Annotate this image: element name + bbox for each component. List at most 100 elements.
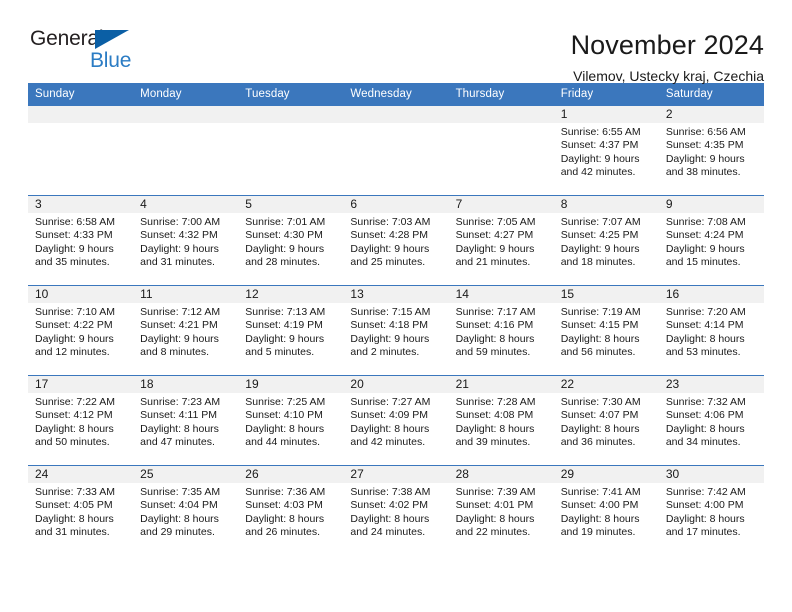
calendar-day-cell[interactable]: 2 Sunrise: 6:56 AM Sunset: 4:35 PM Daylight… (658, 105, 764, 196)
day-details: Sunrise: 7:03 AM Sunset: 4:28 PM Daylight:… (343, 213, 448, 270)
calendar-day-cell[interactable]: 7 Sunrise: 7:05 AM Sunset: 4:27 PM Daylight… (448, 195, 554, 286)
day-details: Sunrise: 7:36 AM Sunset: 4:03 PM Daylight:… (238, 483, 343, 540)
daylight-duration-line-1: Daylight: 9 hours (140, 332, 219, 345)
calendar-day-cell-empty (448, 105, 554, 196)
day-number: 7 (448, 196, 554, 213)
day-details: Sunrise: 7:07 AM Sunset: 4:25 PM Daylight:… (554, 213, 659, 270)
sunrise-time: Sunrise: 7:19 AM (560, 306, 641, 318)
calendar-day-cell[interactable]: 9 Sunrise: 7:08 AM Sunset: 4:24 PM Daylight… (658, 195, 764, 286)
daylight-duration-line-2: and 12 minutes. (35, 346, 110, 359)
day-details: Sunrise: 7:35 AM Sunset: 4:04 PM Daylight:… (133, 483, 238, 540)
daylight-duration-line-2: and 29 minutes. (140, 526, 215, 539)
sunset-time: Sunset: 4:02 PM (350, 499, 429, 512)
calendar-day-cell[interactable]: 26 Sunrise: 7:36 AM Sunset: 4:03 PM Dayligh… (238, 465, 344, 555)
day-number: 28 (448, 466, 554, 483)
calendar-day-cell[interactable]: 10 Sunrise: 7:10 AM Sunset: 4:22 PM Dayligh… (28, 285, 134, 376)
day-number: 27 (343, 466, 449, 483)
daylight-duration-line-1: Daylight: 9 hours (35, 332, 114, 345)
calendar-day-cell[interactable]: 19 Sunrise: 7:25 AM Sunset: 4:10 PM Dayligh… (238, 375, 344, 466)
logo-text-blue: Blue (90, 49, 132, 72)
daylight-duration-line-1: Daylight: 9 hours (350, 242, 430, 255)
daylight-duration-line-1: Daylight: 8 hours (560, 332, 640, 345)
sunrise-time: Sunrise: 7:17 AM (455, 306, 536, 318)
page-masthead: General Blue November 2024 Vilemov, Uste… (28, 0, 764, 84)
sunset-time: Sunset: 4:15 PM (560, 319, 639, 332)
sunset-time: Sunset: 4:12 PM (35, 409, 113, 422)
day-details: Sunrise: 7:15 AM Sunset: 4:18 PM Daylight:… (343, 303, 448, 360)
day-number (133, 106, 239, 123)
weekday-header-friday: Friday (553, 83, 659, 106)
day-details: Sunrise: 7:08 AM Sunset: 4:24 PM Daylight:… (659, 213, 764, 270)
calendar-day-cell[interactable]: 13 Sunrise: 7:15 AM Sunset: 4:18 PM Dayligh… (343, 285, 449, 376)
sunset-time: Sunset: 4:27 PM (455, 229, 534, 242)
calendar-day-cell[interactable]: 24 Sunrise: 7:33 AM Sunset: 4:05 PM Dayligh… (28, 465, 134, 555)
sunrise-time: Sunrise: 7:23 AM (140, 396, 221, 408)
daylight-duration-line-1: Daylight: 9 hours (35, 242, 114, 255)
daylight-duration-line-1: Daylight: 8 hours (350, 422, 430, 435)
day-details: Sunrise: 7:32 AM Sunset: 4:06 PM Daylight:… (659, 393, 764, 450)
sunset-time: Sunset: 4:09 PM (350, 409, 429, 422)
calendar-day-cell[interactable]: 1 Sunrise: 6:55 AM Sunset: 4:37 PM Daylight… (553, 105, 659, 196)
sunset-time: Sunset: 4:06 PM (665, 409, 744, 422)
daylight-duration-line-2: and 31 minutes. (140, 256, 215, 269)
calendar-day-cell[interactable]: 29 Sunrise: 7:41 AM Sunset: 4:00 PM Dayligh… (553, 465, 659, 555)
sunrise-time: Sunrise: 7:20 AM (665, 306, 746, 318)
daylight-duration-line-2: and 21 minutes. (455, 256, 531, 269)
sunrise-time: Sunrise: 6:55 AM (560, 126, 641, 138)
day-number: 19 (238, 376, 344, 393)
sunrise-time: Sunrise: 7:01 AM (245, 216, 326, 228)
day-number: 1 (553, 106, 659, 123)
sunset-time: Sunset: 4:10 PM (245, 409, 323, 422)
calendar-day-cell[interactable]: 4 Sunrise: 7:00 AM Sunset: 4:32 PM Daylight… (133, 195, 239, 286)
daylight-duration-line-1: Daylight: 9 hours (350, 332, 430, 345)
calendar-day-cell[interactable]: 5 Sunrise: 7:01 AM Sunset: 4:30 PM Daylight… (238, 195, 344, 286)
calendar-day-cell[interactable]: 23 Sunrise: 7:32 AM Sunset: 4:06 PM Dayligh… (658, 375, 764, 466)
calendar-day-cell[interactable]: 12 Sunrise: 7:13 AM Sunset: 4:19 PM Dayligh… (238, 285, 344, 376)
daylight-duration-line-2: and 19 minutes. (560, 526, 636, 539)
day-details: Sunrise: 7:38 AM Sunset: 4:02 PM Daylight:… (343, 483, 448, 540)
sunset-time: Sunset: 4:19 PM (245, 319, 323, 332)
sunset-time: Sunset: 4:30 PM (245, 229, 323, 242)
day-details: Sunrise: 7:41 AM Sunset: 4:00 PM Daylight:… (554, 483, 659, 540)
calendar-day-cell[interactable]: 8 Sunrise: 7:07 AM Sunset: 4:25 PM Daylight… (553, 195, 659, 286)
daylight-duration-line-1: Daylight: 8 hours (665, 512, 745, 525)
calendar-day-cell[interactable]: 22 Sunrise: 7:30 AM Sunset: 4:07 PM Dayligh… (553, 375, 659, 466)
daylight-duration-line-1: Daylight: 9 hours (665, 152, 745, 165)
calendar-day-cell[interactable]: 11 Sunrise: 7:12 AM Sunset: 4:21 PM Dayligh… (133, 285, 239, 376)
logo-triangle-icon (95, 30, 129, 49)
calendar-day-cell[interactable]: 16 Sunrise: 7:20 AM Sunset: 4:14 PM Dayligh… (658, 285, 764, 376)
calendar-day-cell[interactable]: 14 Sunrise: 7:17 AM Sunset: 4:16 PM Dayligh… (448, 285, 554, 376)
day-number: 13 (343, 286, 449, 303)
daylight-duration-line-2: and 5 minutes. (245, 346, 315, 359)
calendar-day-cell[interactable]: 17 Sunrise: 7:22 AM Sunset: 4:12 PM Dayligh… (28, 375, 134, 466)
calendar-day-cell[interactable]: 15 Sunrise: 7:19 AM Sunset: 4:15 PM Dayligh… (553, 285, 659, 376)
day-number (28, 106, 134, 123)
sunset-time: Sunset: 4:24 PM (665, 229, 744, 242)
day-number: 25 (133, 466, 239, 483)
calendar-day-cell[interactable]: 25 Sunrise: 7:35 AM Sunset: 4:04 PM Dayligh… (133, 465, 239, 555)
calendar-day-cell[interactable]: 28 Sunrise: 7:39 AM Sunset: 4:01 PM Dayligh… (448, 465, 554, 555)
daylight-duration-line-2: and 35 minutes. (35, 256, 110, 269)
calendar-day-cell[interactable]: 3 Sunrise: 6:58 AM Sunset: 4:33 PM Daylight… (28, 195, 134, 286)
day-details: Sunrise: 7:17 AM Sunset: 4:16 PM Daylight:… (449, 303, 554, 360)
sunrise-time: Sunrise: 7:12 AM (140, 306, 221, 318)
day-details: Sunrise: 7:01 AM Sunset: 4:30 PM Daylight:… (238, 213, 343, 270)
daylight-duration-line-1: Daylight: 8 hours (665, 332, 745, 345)
sunrise-time: Sunrise: 7:35 AM (140, 486, 221, 498)
calendar-body: 1 Sunrise: 6:55 AM Sunset: 4:37 PM Daylight… (28, 105, 764, 555)
sunset-time: Sunset: 4:00 PM (560, 499, 639, 512)
calendar-day-cell[interactable]: 20 Sunrise: 7:27 AM Sunset: 4:09 PM Dayligh… (343, 375, 449, 466)
calendar-day-cell[interactable]: 6 Sunrise: 7:03 AM Sunset: 4:28 PM Daylight… (343, 195, 449, 286)
day-details: Sunrise: 7:28 AM Sunset: 4:08 PM Daylight:… (449, 393, 554, 450)
day-number: 6 (343, 196, 449, 213)
daylight-duration-line-1: Daylight: 9 hours (560, 242, 640, 255)
calendar-day-cell[interactable]: 27 Sunrise: 7:38 AM Sunset: 4:02 PM Dayligh… (343, 465, 449, 555)
calendar-day-cell[interactable]: 30 Sunrise: 7:42 AM Sunset: 4:00 PM Dayligh… (658, 465, 764, 555)
calendar-day-cell[interactable]: 21 Sunrise: 7:28 AM Sunset: 4:08 PM Dayligh… (448, 375, 554, 466)
calendar-day-cell[interactable]: 18 Sunrise: 7:23 AM Sunset: 4:11 PM Dayligh… (133, 375, 239, 466)
general-blue-logo[interactable]: General Blue (28, 28, 180, 76)
sunrise-time: Sunrise: 7:38 AM (350, 486, 431, 498)
day-details: Sunrise: 6:58 AM Sunset: 4:33 PM Daylight:… (28, 213, 133, 270)
day-number (238, 106, 344, 123)
day-details: Sunrise: 7:00 AM Sunset: 4:32 PM Daylight:… (133, 213, 238, 270)
